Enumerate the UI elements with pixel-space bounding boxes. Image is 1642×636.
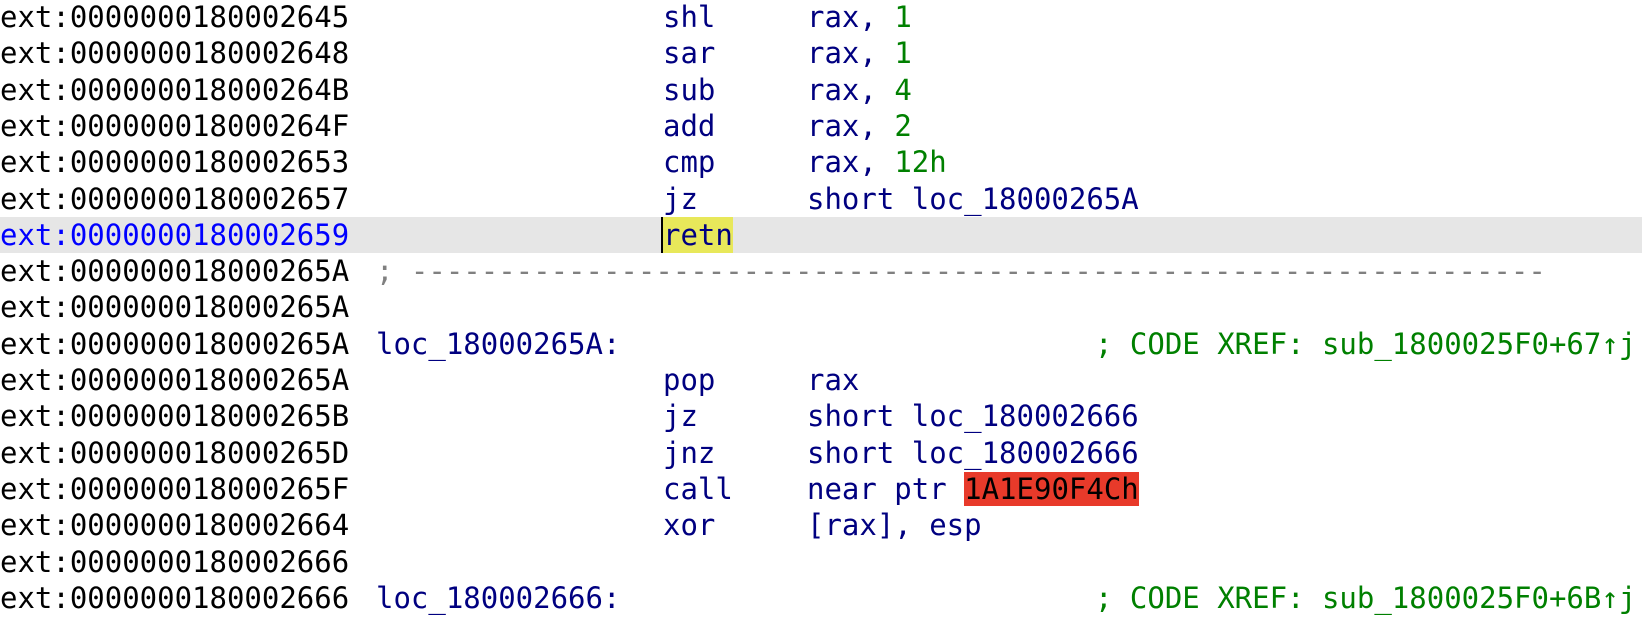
operand-group: rax, 4	[807, 72, 912, 108]
listing-row[interactable]: ext:0000000180002664 xor [rax], esp	[0, 507, 1642, 543]
listing-row[interactable]: ext:000000018000264B sub rax, 4	[0, 72, 1642, 108]
address-label[interactable]: ext:0000000180002645	[0, 0, 349, 35]
listing-row[interactable]: ext:0000000180002645 shl rax, 1	[0, 0, 1642, 35]
mnemonic[interactable]: cmp	[663, 144, 715, 180]
operand-group: short loc_18000265A	[807, 181, 1139, 217]
mnemonic[interactable]: sub	[663, 72, 715, 108]
operand-group: short loc_180002666	[807, 435, 1139, 471]
operand-text[interactable]: rax,	[807, 109, 894, 143]
operand-text[interactable]: rax,	[807, 73, 894, 107]
listing-row[interactable]: ext:000000018000264F add rax, 2	[0, 108, 1642, 144]
operand-text[interactable]: [rax], esp	[807, 508, 982, 542]
address-label[interactable]: ext:000000018000265D	[0, 435, 349, 471]
listing-row[interactable]: ext:000000018000265B jz short loc_18000266…	[0, 398, 1642, 434]
address-label[interactable]: ext:0000000180002659	[0, 217, 349, 253]
xref-comment[interactable]: ; CODE XREF: sub_1800025F0+6B↑j	[1095, 580, 1636, 616]
operand-group: short loc_180002666	[807, 398, 1139, 434]
mnemonic[interactable]: jnz	[663, 435, 715, 471]
address-label[interactable]: ext:000000018000264F	[0, 108, 349, 144]
listing-row[interactable]: ext:0000000180002666	[0, 544, 1642, 580]
mnemonic[interactable]: pop	[663, 362, 715, 398]
code-label[interactable]: loc_18000265A:	[376, 326, 620, 362]
address-label[interactable]: ext:000000018000265A	[0, 362, 349, 398]
operand-group: rax, 1	[807, 35, 912, 71]
listing-row[interactable]: ext:0000000180002666 loc_180002666: ; CODE…	[0, 580, 1642, 616]
operand-text[interactable]: near ptr	[807, 472, 964, 506]
mnemonic-highlighted[interactable]: retn	[661, 216, 733, 254]
address-label[interactable]: ext:000000018000265B	[0, 398, 349, 434]
operand-group: near ptr 1A1E90F4Ch	[807, 471, 1139, 507]
code-label[interactable]: loc_180002666:	[376, 580, 620, 616]
address-label[interactable]: ext:0000000180002666	[0, 544, 349, 580]
immediate-value[interactable]: 1	[894, 36, 911, 70]
xref-comment[interactable]: ; CODE XREF: sub_1800025F0+67↑j	[1095, 326, 1636, 362]
listing-row[interactable]: ext:000000018000265A	[0, 289, 1642, 325]
disassembly-listing[interactable]: ext:0000000180002645 shl rax, 1 ext:0000000…	[0, 0, 1642, 636]
address-label[interactable]: ext:000000018000264B	[0, 72, 349, 108]
listing-row[interactable]: ext:0000000180002648 sar rax, 1	[0, 35, 1642, 71]
address-label[interactable]: ext:000000018000265F	[0, 471, 349, 507]
mnemonic[interactable]: add	[663, 108, 715, 144]
operand-group: [rax], esp	[807, 507, 982, 543]
listing-row[interactable]: ext:0000000180002657 jz short loc_18000265…	[0, 181, 1642, 217]
operand-group: rax, 1	[807, 0, 912, 35]
mnemonic[interactable]: shl	[663, 0, 715, 35]
operand-text[interactable]: rax,	[807, 36, 894, 70]
address-label[interactable]: ext:0000000180002653	[0, 144, 349, 180]
immediate-value[interactable]: 1	[894, 0, 911, 34]
listing-row[interactable]: ext:000000018000265F call near ptr 1A1E90F…	[0, 471, 1642, 507]
immediate-value[interactable]: 4	[894, 73, 911, 107]
immediate-value[interactable]: 12h	[894, 145, 946, 179]
address-label[interactable]: ext:0000000180002664	[0, 507, 349, 543]
address-label[interactable]: ext:0000000180002657	[0, 181, 349, 217]
listing-row[interactable]: ext:0000000180002653 cmp rax, 12h	[0, 144, 1642, 180]
operand-text[interactable]: rax,	[807, 0, 894, 34]
operand-text[interactable]: rax,	[807, 145, 894, 179]
mnemonic[interactable]: jz	[663, 181, 698, 217]
address-label[interactable]: ext:000000018000265A	[0, 253, 349, 289]
listing-row[interactable]: ext:000000018000265D jnz short loc_1800026…	[0, 435, 1642, 471]
address-label[interactable]: ext:0000000180002666	[0, 580, 349, 616]
address-label[interactable]: ext:0000000180002648	[0, 35, 349, 71]
operand-group: rax, 2	[807, 108, 912, 144]
mnemonic[interactable]: call	[663, 471, 733, 507]
mnemonic[interactable]: sar	[663, 35, 715, 71]
operand-text[interactable]: short loc_180002666	[807, 436, 1139, 470]
listing-row[interactable]: ext:000000018000265A ; ------------------…	[0, 253, 1642, 289]
operand-group: rax, 12h	[807, 144, 947, 180]
address-label[interactable]: ext:000000018000265A	[0, 326, 349, 362]
listing-row-selected[interactable]: ext:0000000180002659 retn	[0, 216, 1642, 254]
listing-row[interactable]: ext:000000018000265A pop rax	[0, 362, 1642, 398]
mnemonic[interactable]: jz	[663, 398, 698, 434]
operand-text[interactable]: rax	[807, 363, 859, 397]
separator-line: ; --------------------------------------…	[376, 254, 1546, 289]
invalid-target-highlight[interactable]: 1A1E90F4Ch	[964, 471, 1139, 506]
listing-row[interactable]: ext:000000018000265A loc_18000265A: ; CODE…	[0, 326, 1642, 362]
immediate-value[interactable]: 2	[894, 109, 911, 143]
mnemonic[interactable]: xor	[663, 507, 715, 543]
operand-text[interactable]: short loc_180002666	[807, 399, 1139, 433]
operand-text[interactable]: short loc_18000265A	[807, 182, 1139, 216]
address-label[interactable]: ext:000000018000265A	[0, 289, 349, 325]
operand-group: rax	[807, 362, 859, 398]
